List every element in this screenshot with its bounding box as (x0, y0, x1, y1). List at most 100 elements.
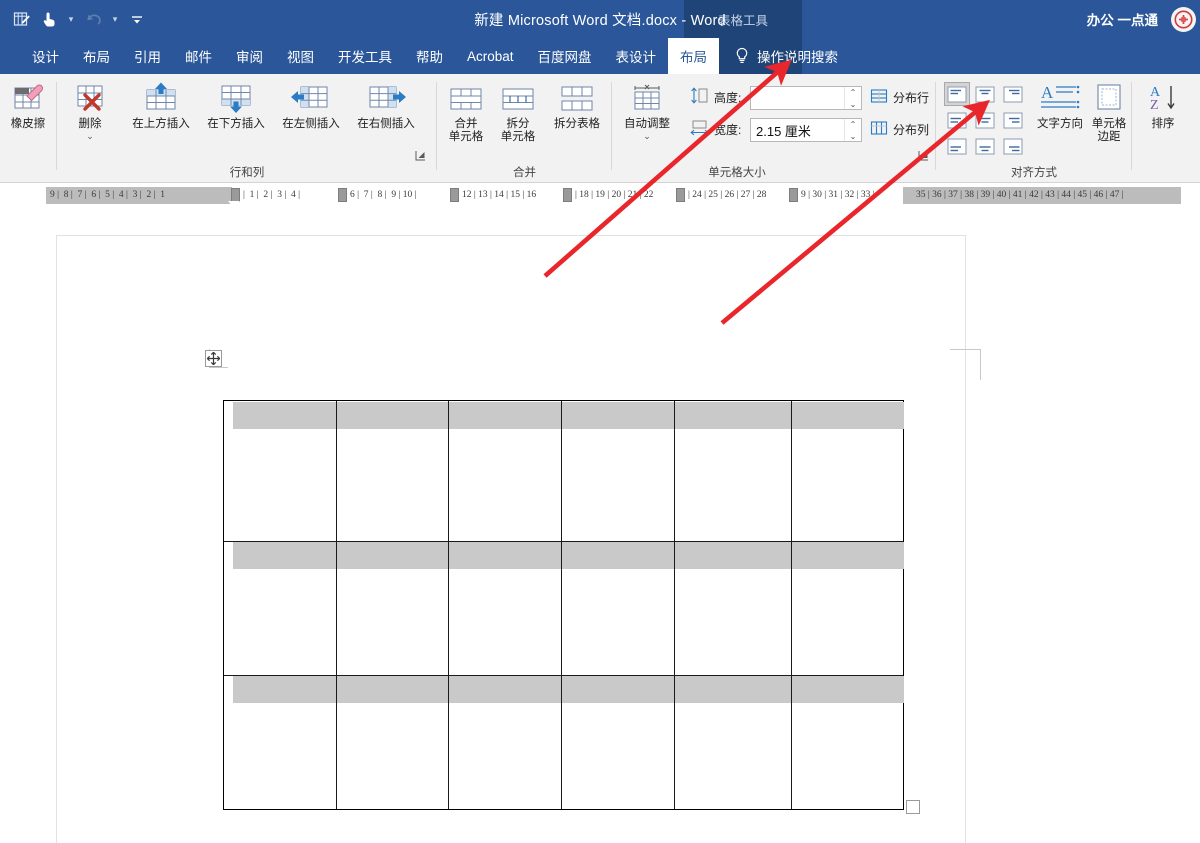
customize-qat-icon[interactable] (124, 6, 150, 32)
insert-right-button[interactable]: 在右侧插入 (350, 80, 422, 131)
chevron-down-icon[interactable]: ▾ (64, 6, 78, 32)
column-width-value: 2.15 厘米 (756, 123, 811, 139)
merge-cells-icon (446, 80, 486, 114)
insert-below-button[interactable]: 在下方插入 (200, 80, 272, 131)
insert-right-label: 在右侧插入 (357, 118, 415, 130)
sort-az-icon: A Z (1145, 80, 1181, 114)
align-top-right-button[interactable] (1000, 82, 1026, 106)
chevron-down-icon[interactable]: ⌄ (643, 132, 651, 141)
table-row-divider[interactable] (224, 675, 903, 676)
align-center-left-button[interactable] (944, 108, 970, 132)
autofit-button[interactable]: 自动调整 ⌄ (616, 80, 678, 141)
table-column-divider[interactable] (674, 401, 675, 809)
cell-size-dialog-launcher[interactable] (918, 150, 930, 162)
svg-text:Z: Z (1150, 98, 1159, 113)
ruler-tab-stop-5[interactable] (789, 188, 798, 202)
insert-above-button[interactable]: 在上方插入 (125, 80, 197, 131)
eraser-label: 橡皮擦 (10, 118, 46, 130)
column-width-label: 宽度: (714, 122, 742, 137)
insert-above-label: 在上方插入 (132, 118, 190, 130)
undo-chevron-down-icon[interactable]: ▾ (108, 6, 122, 32)
distribute-columns-button[interactable]: 分布列 (870, 120, 929, 139)
distribute-rows-label: 分布行 (893, 91, 930, 105)
align-center-right-button[interactable] (1000, 108, 1026, 132)
tab-view[interactable]: 视图 (275, 38, 326, 74)
horizontal-ruler[interactable]: 9 | 8 | 7 | 6 | 5 | 4 | 3 | 2 | 1 | 1 | … (0, 183, 1200, 210)
tab-help[interactable]: 帮助 (404, 38, 455, 74)
tab-table-design[interactable]: 表设计 (604, 38, 669, 74)
left-indent-triangle[interactable] (228, 201, 240, 208)
window-title: 新建 Microsoft Word 文档.docx - Word (474, 12, 726, 29)
ribbon-group-alignment: A 文字方向 单元格 边距 对齐方式 (936, 74, 1132, 182)
table-column-divider[interactable] (791, 401, 792, 809)
group-title-draw: 图 (0, 164, 42, 180)
column-width-input[interactable]: 2.15 厘米 ⌃ ⌄ (750, 118, 862, 142)
tab-table-layout[interactable]: 布局 (668, 38, 720, 74)
tab-page-layout[interactable]: 布局 (71, 38, 122, 74)
avatar[interactable] (1171, 7, 1196, 32)
ruler-left-indent-marker[interactable] (231, 188, 240, 202)
tab-review[interactable]: 审阅 (224, 38, 275, 74)
align-bottom-center-button[interactable] (972, 134, 998, 158)
align-top-center-button[interactable] (972, 82, 998, 106)
row-height-stepper[interactable]: ⌃ ⌄ (844, 87, 861, 109)
insert-below-icon (215, 80, 257, 114)
split-table-button[interactable]: 拆分表格 (545, 80, 609, 131)
cell-margins-button[interactable]: 单元格 边距 (1086, 80, 1132, 144)
tab-references[interactable]: 引用 (122, 38, 173, 74)
ruler-left-numbers: 9 | 8 | 7 | 6 | 5 | 4 | 3 | 2 | 1 (50, 190, 165, 200)
ruler-numbers-5: | 24 | 25 | 26 | 27 | 28 (688, 190, 767, 200)
text-direction-button[interactable]: A 文字方向 (1030, 80, 1090, 131)
tab-developer[interactable]: 开发工具 (326, 38, 404, 74)
cell-margins-label: 单元格 边距 (1091, 118, 1127, 144)
column-width-stepper[interactable]: ⌃ ⌄ (844, 119, 861, 141)
row-height-input[interactable]: ⌃ ⌄ (750, 86, 862, 110)
ruler-tab-stop-2[interactable] (450, 188, 459, 202)
align-center-button[interactable] (972, 108, 998, 132)
svg-text:A: A (1041, 83, 1054, 102)
merge-cells-button[interactable]: 合并 单元格 (439, 80, 493, 144)
document-area[interactable] (0, 209, 1200, 843)
table-column-divider[interactable] (561, 401, 562, 809)
distribute-columns-label: 分布列 (893, 123, 930, 137)
split-cells-button[interactable]: 拆分 单元格 (491, 80, 545, 144)
delete-button[interactable]: 删除 ⌄ (60, 80, 120, 141)
table-resize-handle[interactable] (906, 800, 920, 814)
distribute-rows-button[interactable]: 分布行 (870, 88, 929, 107)
ruler-tab-stop-3[interactable] (563, 188, 572, 202)
tab-acrobat[interactable]: Acrobat (455, 38, 526, 74)
table-move-handle[interactable] (205, 350, 222, 367)
tab-design[interactable]: 设计 (20, 38, 71, 74)
ruler-tab-stop-1[interactable] (338, 188, 347, 202)
save-icon[interactable] (8, 6, 34, 32)
touch-mode-icon[interactable] (36, 6, 62, 32)
rows-columns-dialog-launcher[interactable] (415, 150, 427, 162)
tell-me-box[interactable]: 操作说明搜索 (719, 38, 838, 74)
ribbon-tabs: 设计 布局 引用 邮件 审阅 视图 开发工具 帮助 Acrobat 百度网盘 表… (20, 38, 838, 74)
hanging-indent-triangle[interactable] (347, 201, 359, 208)
tab-baidu-netdisk[interactable]: 百度网盘 (526, 38, 604, 74)
align-bottom-right-button[interactable] (1000, 134, 1026, 158)
col-width-icon (690, 119, 709, 139)
insert-left-button[interactable]: 在左侧插入 (275, 80, 347, 131)
align-top-left-button[interactable] (944, 82, 970, 106)
lightbulb-icon (735, 47, 749, 65)
ruler-tab-stop-4[interactable] (676, 188, 685, 202)
text-direction-label: 文字方向 (1037, 118, 1083, 130)
document-page[interactable] (57, 236, 981, 843)
row-height-label: 高度: (714, 90, 742, 105)
sort-button[interactable]: A Z 排序 (1134, 80, 1192, 131)
undo-icon[interactable] (80, 6, 106, 32)
align-bottom-left-button[interactable] (944, 134, 970, 158)
eraser-button[interactable]: 橡皮擦 (0, 80, 58, 131)
table-row-divider[interactable] (224, 541, 903, 542)
table-column-divider[interactable] (336, 401, 337, 809)
chevron-down-icon[interactable]: ⌄ (86, 132, 94, 141)
eraser-icon (10, 80, 46, 114)
document-table[interactable] (223, 400, 904, 810)
tab-mailings[interactable]: 邮件 (173, 38, 224, 74)
merge-cells-label: 合并 单元格 (448, 118, 484, 144)
account-name[interactable]: 办公 一点通 (1087, 0, 1158, 38)
distribute-columns-icon (870, 120, 888, 139)
table-column-divider[interactable] (448, 401, 449, 809)
